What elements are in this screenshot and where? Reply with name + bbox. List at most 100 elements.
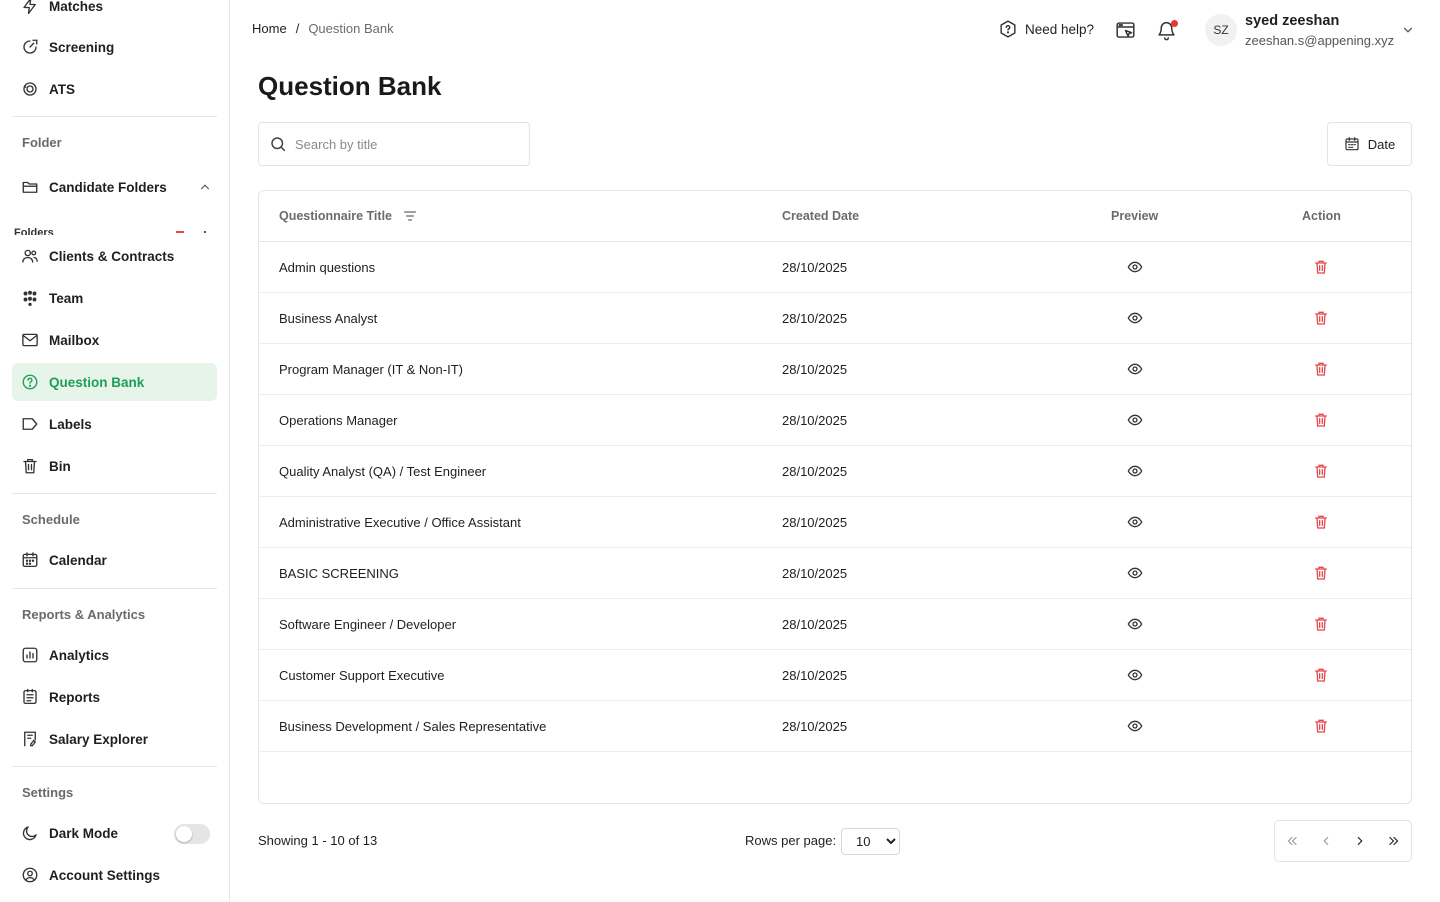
table-row[interactable]: Business Development / Sales Representat… <box>259 701 1411 752</box>
trash-icon <box>20 456 40 476</box>
eye-icon[interactable] <box>1126 717 1144 735</box>
sidebar-item-label: ATS <box>49 81 75 97</box>
sidebar-item-account-settings[interactable]: Account Settings <box>12 856 217 894</box>
section-title-folder: Folder <box>22 135 62 150</box>
sidebar-item-label: Mailbox <box>49 332 100 348</box>
sidebar-item-question-bank[interactable]: Question Bank <box>12 363 217 401</box>
search-input[interactable] <box>295 136 515 152</box>
table-row[interactable]: Operations Manager 28/10/2025 <box>259 395 1411 446</box>
eye-icon[interactable] <box>1126 258 1144 276</box>
created-date: 28/10/2025 <box>782 719 848 734</box>
sidebar-item-matches[interactable]: Matches <box>12 0 217 25</box>
eye-icon[interactable] <box>1126 462 1144 480</box>
sidebar-item-label: Candidate Folders <box>49 179 167 195</box>
sidebar-item-label: Reports <box>49 689 101 705</box>
delete-trash-icon[interactable] <box>1312 360 1330 378</box>
question-circle-icon <box>20 372 40 392</box>
column-header-action: Action <box>1302 209 1341 223</box>
sidebar-item-label: Matches <box>49 0 104 14</box>
sidebar-item-reports[interactable]: Reports <box>12 678 217 716</box>
chevrons-left-icon <box>1285 834 1299 848</box>
delete-trash-icon[interactable] <box>1312 411 1330 429</box>
eye-icon[interactable] <box>1126 666 1144 684</box>
table-row[interactable]: Program Manager (IT & Non-IT) 28/10/2025 <box>259 344 1411 395</box>
sidebar-item-label: Labels <box>49 416 92 432</box>
sidebar-item-label: Question Bank <box>49 374 145 390</box>
sidebar-item-team[interactable]: Team <box>12 279 217 317</box>
next-page-button[interactable] <box>1343 821 1377 861</box>
sidebar-item-label: Team <box>49 290 84 306</box>
avatar[interactable]: SZ <box>1205 14 1237 46</box>
delete-trash-icon[interactable] <box>1312 717 1330 735</box>
eye-icon[interactable] <box>1126 309 1144 327</box>
report-icon <box>20 687 40 707</box>
delete-trash-icon[interactable] <box>1312 309 1330 327</box>
prev-page-button[interactable] <box>1309 821 1343 861</box>
date-filter-button[interactable]: Date <box>1327 122 1412 166</box>
questionnaire-title: Business Development / Sales Representat… <box>279 719 547 734</box>
created-date: 28/10/2025 <box>782 362 848 377</box>
sidebar-item-clients[interactable]: Clients & Contracts <box>12 237 217 275</box>
rows-per-page-select[interactable]: 10 <box>841 828 900 855</box>
delete-trash-icon[interactable] <box>1312 615 1330 633</box>
breadcrumb-home[interactable]: Home <box>252 21 287 36</box>
sidebar-item-ats[interactable]: ATS <box>12 70 217 108</box>
table-row[interactable]: Software Engineer / Developer 28/10/2025 <box>259 599 1411 650</box>
divider <box>12 493 217 494</box>
table-row[interactable]: Admin questions 28/10/2025 <box>259 242 1411 293</box>
table-row[interactable]: Business Analyst 28/10/2025 <box>259 293 1411 344</box>
lightning-icon <box>20 0 40 16</box>
eye-icon[interactable] <box>1126 615 1144 633</box>
questionnaire-title: Customer Support Executive <box>279 668 445 683</box>
questionnaire-title: Software Engineer / Developer <box>279 617 457 632</box>
help-button[interactable]: Need help? <box>998 19 1094 39</box>
delete-trash-icon[interactable] <box>1312 258 1330 276</box>
sidebar-item-calendar[interactable]: Calendar <box>12 541 217 579</box>
divider <box>12 116 217 117</box>
calendar-icon <box>20 550 40 570</box>
delete-trash-icon[interactable] <box>1312 564 1330 582</box>
chevron-down-icon[interactable] <box>1401 23 1415 37</box>
pagination-controls <box>1274 820 1412 862</box>
chevron-left-icon <box>1319 834 1333 848</box>
created-date: 28/10/2025 <box>782 566 848 581</box>
eye-icon[interactable] <box>1126 564 1144 582</box>
sidebar-item-label: Calendar <box>49 552 107 568</box>
questionnaire-title: Administrative Executive / Office Assist… <box>279 515 521 530</box>
sidebar-item-screening[interactable]: Screening <box>12 28 217 66</box>
chevron-up-icon[interactable] <box>198 180 212 194</box>
table-row[interactable]: BASIC SCREENING 28/10/2025 <box>259 548 1411 599</box>
moon-icon <box>20 823 40 843</box>
sidebar-item-analytics[interactable]: Analytics <box>12 636 217 674</box>
sidebar-item-label: Bin <box>49 458 71 474</box>
calendar-icon <box>1344 136 1360 152</box>
delete-trash-icon[interactable] <box>1312 666 1330 684</box>
table-row[interactable]: Customer Support Executive 28/10/2025 <box>259 650 1411 701</box>
column-header-title: Questionnaire Title <box>279 208 418 224</box>
folder-icon <box>20 177 40 197</box>
help-hexagon-icon <box>998 19 1018 39</box>
notification-dot <box>1171 20 1178 27</box>
table-row[interactable]: Quality Analyst (QA) / Test Engineer 28/1… <box>259 446 1411 497</box>
sidebar-item-bin[interactable]: Bin <box>12 447 217 485</box>
sidebar-item-salary-explorer[interactable]: Salary Explorer <box>12 720 217 758</box>
filter-icon[interactable] <box>402 208 418 224</box>
column-header-created-date: Created Date <box>782 209 860 223</box>
chevrons-right-icon <box>1387 834 1401 848</box>
first-page-button[interactable] <box>1275 821 1309 861</box>
delete-trash-icon[interactable] <box>1312 462 1330 480</box>
sidebar-item-mailbox[interactable]: Mailbox <box>12 321 217 359</box>
sidebar: Matches Screening ATS Folder Candidate F… <box>0 0 230 902</box>
browser-click-icon[interactable] <box>1114 19 1136 41</box>
sidebar-item-labels[interactable]: Labels <box>12 405 217 443</box>
dark-mode-toggle[interactable] <box>174 824 210 844</box>
mail-icon <box>20 330 40 350</box>
sidebar-item-candidate-folders[interactable]: Candidate Folders <box>12 168 217 206</box>
eye-icon[interactable] <box>1126 411 1144 429</box>
table-row[interactable]: Administrative Executive / Office Assist… <box>259 497 1411 548</box>
eye-icon[interactable] <box>1126 513 1144 531</box>
help-label: Need help? <box>1025 21 1095 37</box>
eye-icon[interactable] <box>1126 360 1144 378</box>
delete-trash-icon[interactable] <box>1312 513 1330 531</box>
last-page-button[interactable] <box>1377 821 1411 861</box>
